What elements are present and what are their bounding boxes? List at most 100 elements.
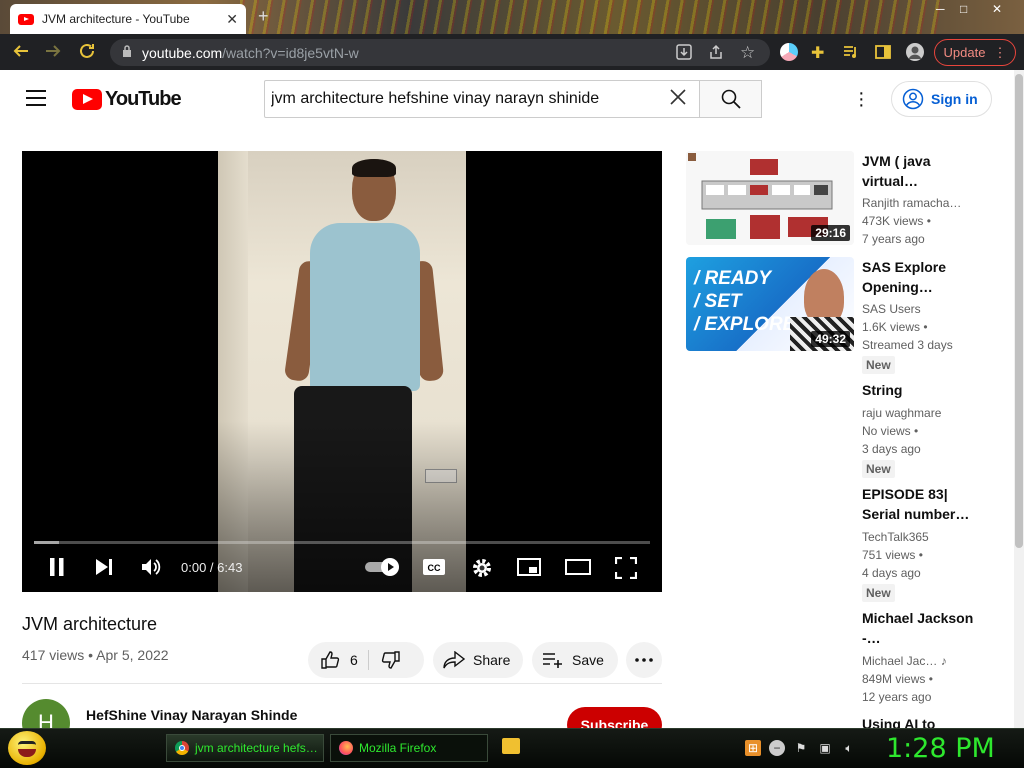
recommendation-title-3[interactable]: String [862, 380, 982, 400]
recommendation-meta-3: raju waghmare No views • 3 days ago New [862, 404, 992, 478]
extensions-puzzle-icon[interactable]: ✚ [811, 43, 824, 63]
new-badge: New [862, 584, 895, 602]
page-scrollbar[interactable] [1014, 70, 1024, 728]
recommendation-thumbnail-2[interactable]: / READY / SET / EXPLORE 49:32 [686, 257, 854, 351]
profile-avatar-icon[interactable] [906, 43, 924, 61]
share-page-icon[interactable] [708, 44, 724, 65]
maximize-button[interactable]: □ [960, 2, 967, 16]
save-label: Save [572, 652, 604, 668]
recommendation-title-1[interactable]: JVM ( java virtual… [862, 151, 982, 191]
tray-app-icon[interactable]: ⊞ [745, 740, 761, 756]
miniplayer-icon[interactable] [517, 558, 541, 581]
video-title: JVM architecture [22, 614, 158, 634]
update-button[interactable]: Update ⋮ [934, 39, 1016, 66]
dislike-button[interactable] [369, 650, 401, 670]
new-tab-button[interactable]: + [258, 6, 269, 27]
recommendation-channel[interactable]: Michael Jac… [862, 654, 937, 668]
svg-text:CC: CC [428, 563, 441, 573]
account-circle-icon [902, 88, 924, 110]
save-button[interactable]: Save [532, 642, 618, 678]
recommendation-views: 849M views • [862, 672, 933, 686]
url-path: /watch?v=id8je5vtN-w [222, 44, 359, 61]
recommendation-age: 3 days ago [862, 442, 921, 456]
search-icon [721, 89, 741, 109]
taskbar-clock[interactable]: 1:28 PM [886, 733, 995, 764]
hamburger-menu-icon[interactable] [26, 90, 46, 106]
recommendation-channel[interactable]: SAS Users [862, 300, 992, 318]
recommendation-thumbnail-1[interactable]: 29:16 [686, 151, 854, 245]
fullscreen-icon[interactable] [614, 556, 638, 584]
progress-loaded [34, 541, 59, 544]
recommendation-age: Streamed 3 days [862, 338, 953, 352]
captions-icon[interactable]: CC [422, 558, 446, 581]
like-button[interactable]: 6 [308, 650, 369, 670]
recommendation-meta-5: Michael Jac… ♪ 849M views • 12 years ago [862, 652, 992, 706]
search-input[interactable]: jvm architecture hefshine vinay narayn s… [264, 80, 700, 118]
thumbs-down-icon [381, 651, 400, 669]
browser-tab-active[interactable]: JVM architecture - YouTube ✕ [10, 4, 246, 34]
media-control-icon[interactable] [843, 44, 859, 65]
reload-icon[interactable] [78, 42, 96, 65]
start-menu-smiley-icon[interactable] [8, 731, 46, 765]
recommendation-channel[interactable]: TechTalk365 [862, 528, 992, 546]
recommendation-meta-1: Ranjith ramacha… 473K views • 7 years ag… [862, 194, 992, 248]
minimize-button[interactable]: ─ [936, 2, 945, 16]
close-window-button[interactable]: ✕ [992, 2, 1002, 16]
install-app-icon[interactable] [676, 44, 692, 65]
taskbar-item-chrome[interactable]: jvm architecture hefs… [166, 734, 324, 762]
tab-close-icon[interactable]: ✕ [226, 11, 238, 28]
autoplay-toggle[interactable] [365, 558, 401, 576]
clear-search-icon[interactable] [669, 86, 687, 112]
scrollbar-thumb[interactable] [1015, 74, 1023, 548]
settings-gear-icon[interactable] [471, 557, 493, 584]
recommendation-views: 751 views • [862, 548, 923, 562]
recommendation-channel[interactable]: raju waghmare [862, 404, 992, 422]
playlist-add-icon [543, 653, 562, 668]
youtube-favicon-icon [18, 13, 34, 25]
bookmark-star-icon[interactable]: ☆ [740, 43, 755, 63]
new-badge: New [862, 460, 895, 478]
youtube-play-icon [72, 89, 102, 110]
back-arrow-icon[interactable] [12, 42, 30, 65]
youtube-logo[interactable]: YouTube [72, 88, 182, 111]
like-dislike-bar: 6 [308, 642, 424, 678]
youtube-logo-text: YouTube [105, 88, 182, 110]
sign-in-label: Sign in [931, 91, 978, 107]
more-actions-button[interactable] [626, 642, 662, 678]
settings-kebab-icon[interactable]: · · · [858, 83, 865, 115]
pause-icon[interactable] [48, 557, 66, 582]
theater-mode-icon[interactable] [565, 558, 591, 581]
network-icon[interactable]: ▣ [817, 740, 833, 756]
thumbnail-text-explore: / EXPLORE [694, 314, 796, 335]
kebab-menu-icon: ⋮ [993, 44, 1007, 60]
extension-flag-icon[interactable] [780, 43, 798, 61]
address-bar[interactable]: youtube.com/watch?v=id8je5vtN-w [110, 39, 770, 66]
next-video-icon[interactable] [94, 558, 114, 581]
duration-badge: 29:16 [811, 225, 850, 241]
thumbs-up-icon [321, 651, 340, 669]
volume-icon[interactable] [140, 557, 162, 582]
side-panel-icon[interactable] [875, 44, 891, 65]
taskbar-item-firefox[interactable]: Mozilla Firefox [330, 734, 488, 762]
folder-icon[interactable] [502, 738, 520, 754]
share-arrow-icon [443, 651, 465, 669]
recommendation-title-5[interactable]: Michael Jackson -… [862, 608, 982, 648]
forward-arrow-icon[interactable] [44, 42, 62, 65]
video-player[interactable]: 0:00 / 6:43 CC [22, 151, 662, 592]
recommendation-views: 473K views • [862, 214, 931, 228]
speaker-icon[interactable]: 🔈︎ [841, 740, 857, 756]
recommendation-channel[interactable]: Ranjith ramacha… [862, 194, 992, 212]
share-button[interactable]: Share [433, 642, 523, 678]
recommendation-age: 12 years ago [862, 690, 932, 704]
more-horizontal-icon [635, 658, 653, 662]
channel-name[interactable]: HefShine Vinay Narayan Shinde [86, 707, 297, 723]
lock-icon [122, 45, 132, 60]
search-button[interactable] [700, 80, 762, 118]
tray-status-icon[interactable]: − [769, 740, 785, 756]
tray-flag-icon[interactable]: ⚑ [793, 740, 809, 756]
recommendation-title-4[interactable]: EPISODE 83| Serial number… [862, 484, 982, 524]
recommendation-title-2[interactable]: SAS Explore Opening… [862, 257, 982, 297]
sign-in-button[interactable]: Sign in [891, 81, 992, 117]
chrome-icon [175, 741, 189, 755]
video-progress-bar[interactable] [34, 541, 650, 544]
